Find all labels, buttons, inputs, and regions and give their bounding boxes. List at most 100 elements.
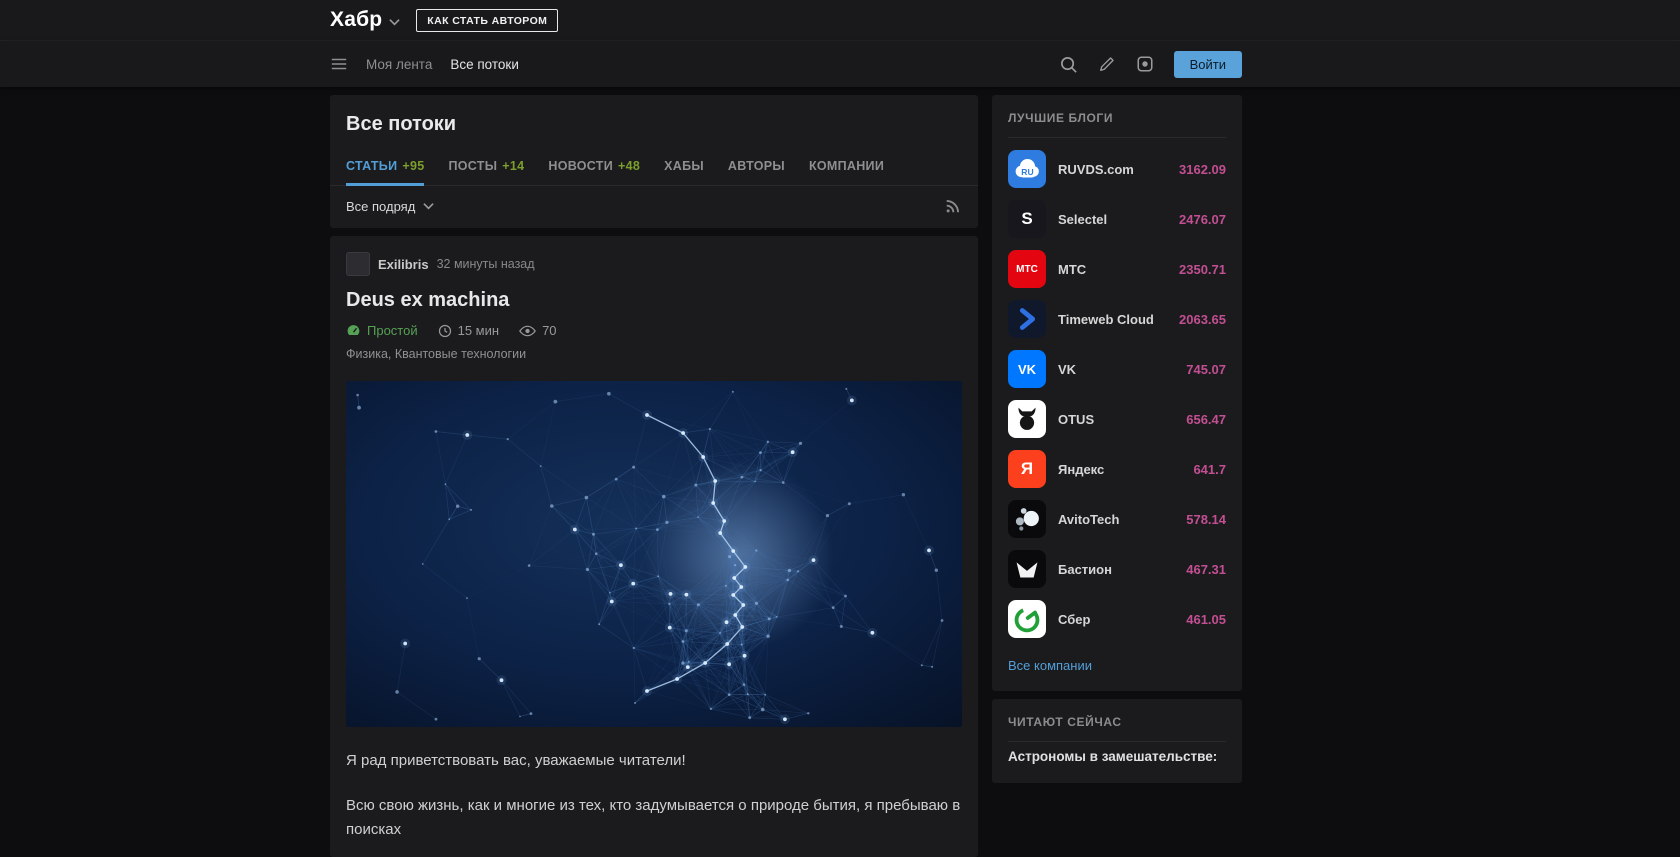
company-rating: 3162.09 bbox=[1179, 162, 1226, 177]
yandex-logo: Я bbox=[1008, 450, 1046, 488]
chevron-down-icon bbox=[423, 202, 434, 210]
company-name: Timeweb Cloud bbox=[1058, 312, 1167, 327]
feed-filter-dropdown[interactable]: Все подряд bbox=[346, 199, 434, 214]
login-button[interactable]: Войти bbox=[1174, 51, 1242, 78]
company-name: Сбер bbox=[1058, 612, 1174, 627]
post-paragraph: Я рад приветствовать вас, уважаемые чита… bbox=[346, 749, 962, 772]
company-rating: 745.07 bbox=[1186, 362, 1226, 377]
tab-companies[interactable]: КОМПАНИИ bbox=[809, 148, 884, 185]
reading-now-card: ЧИТАЮТ СЕЙЧАС Астрономы в замешательстве… bbox=[992, 699, 1242, 783]
best-blogs-title: ЛУЧШИЕ БЛОГИ bbox=[1008, 111, 1226, 125]
otus-logo bbox=[1008, 400, 1046, 438]
post-title[interactable]: Deus ex machina bbox=[346, 289, 962, 312]
post-time-link[interactable]: 32 минуты назад bbox=[437, 257, 535, 271]
company-row-otus[interactable]: OTUS 656.47 bbox=[1008, 394, 1226, 444]
company-name: VK bbox=[1058, 362, 1174, 377]
vk-logo: VK bbox=[1008, 350, 1046, 388]
best-blogs-card: ЛУЧШИЕ БЛОГИ RU RUVDS.com 3162.09 S Sele… bbox=[992, 95, 1242, 691]
feed-tabs: СТАТЬИ +95 ПОСТЫ +14 НОВОСТИ +48 ХАБЫ АВ… bbox=[330, 148, 978, 186]
tab-posts[interactable]: ПОСТЫ +14 bbox=[448, 148, 524, 185]
timeweb-logo bbox=[1008, 300, 1046, 338]
company-rating: 461.05 bbox=[1186, 612, 1226, 627]
company-rating: 578.14 bbox=[1186, 512, 1226, 527]
rss-icon[interactable] bbox=[944, 197, 962, 215]
menu-icon[interactable] bbox=[330, 55, 348, 73]
company-row-selectel[interactable]: S Selectel 2476.07 bbox=[1008, 194, 1226, 244]
company-row-bastion[interactable]: Бастион 467.31 bbox=[1008, 544, 1226, 594]
mts-logo: МТС bbox=[1008, 250, 1046, 288]
tab-label: НОВОСТИ bbox=[548, 159, 613, 173]
company-rating: 656.47 bbox=[1186, 412, 1226, 427]
streams-card: Все потоки СТАТЬИ +95 ПОСТЫ +14 НОВОСТИ … bbox=[330, 95, 978, 228]
page-title: Все потоки bbox=[346, 113, 962, 136]
company-rating: 467.31 bbox=[1186, 562, 1226, 577]
services-icon[interactable] bbox=[1136, 55, 1154, 73]
selectel-logo: S bbox=[1008, 200, 1046, 238]
tab-label: ПОСТЫ bbox=[448, 159, 497, 173]
company-name: OTUS bbox=[1058, 412, 1174, 427]
complexity-label: Простой bbox=[346, 323, 418, 338]
nav-my-feed[interactable]: Моя лента bbox=[366, 57, 432, 72]
sber-logo bbox=[1008, 600, 1046, 638]
tab-label: ХАБЫ bbox=[664, 159, 704, 173]
company-row-yandex[interactable]: Я Яндекс 641.7 bbox=[1008, 444, 1226, 494]
article-card: Exilibris 32 минуты назад Deus ex machin… bbox=[330, 236, 978, 857]
habr-logo[interactable]: Хабр bbox=[330, 8, 382, 32]
tab-hubs[interactable]: ХАБЫ bbox=[664, 148, 704, 185]
ruvds-logo: RU bbox=[1008, 150, 1046, 188]
avitotech-logo bbox=[1008, 500, 1046, 538]
reading-time: 15 мин bbox=[438, 323, 499, 338]
author-link[interactable]: Exilibris bbox=[378, 257, 429, 272]
company-rating: 641.7 bbox=[1193, 462, 1226, 477]
company-rating: 2063.65 bbox=[1179, 312, 1226, 327]
post-body: Я рад приветствовать вас, уважаемые чита… bbox=[346, 749, 962, 841]
company-name: Яндекс bbox=[1058, 462, 1181, 477]
tab-count: +48 bbox=[618, 159, 640, 173]
post-hubs[interactable]: Физика, Квантовые технологии bbox=[346, 347, 962, 361]
become-author-button[interactable]: КАК СТАТЬ АВТОРОМ bbox=[416, 9, 558, 32]
reading-now-title: ЧИТАЮТ СЕЙЧАС bbox=[1008, 715, 1226, 729]
reading-time-text: 15 мин bbox=[458, 323, 499, 338]
company-name: AvitoTech bbox=[1058, 512, 1174, 527]
eye-icon bbox=[519, 325, 536, 337]
article-cover-image[interactable] bbox=[346, 381, 962, 727]
complexity-text: Простой bbox=[367, 323, 418, 338]
all-companies-link[interactable]: Все компании bbox=[1008, 658, 1092, 673]
divider bbox=[1008, 741, 1226, 742]
tab-news[interactable]: НОВОСТИ +48 bbox=[548, 148, 640, 185]
main-navbar: Моя лента Все потоки Войти bbox=[0, 41, 1680, 87]
company-row-timeweb[interactable]: Timeweb Cloud 2063.65 bbox=[1008, 294, 1226, 344]
company-name: RUVDS.com bbox=[1058, 162, 1167, 177]
author-avatar[interactable] bbox=[346, 252, 370, 276]
tab-articles[interactable]: СТАТЬИ +95 bbox=[346, 148, 424, 185]
company-rating: 2476.07 bbox=[1179, 212, 1226, 227]
views-count: 70 bbox=[519, 323, 556, 338]
company-row-sber[interactable]: Сбер 461.05 bbox=[1008, 594, 1226, 644]
reading-now-item[interactable]: Астрономы в замешательстве: bbox=[1008, 748, 1226, 767]
divider bbox=[1008, 137, 1226, 138]
logo-dropdown-chevron-icon[interactable] bbox=[389, 13, 400, 31]
nav-all-streams[interactable]: Все потоки bbox=[450, 57, 519, 72]
feed-filter-label: Все подряд bbox=[346, 199, 415, 214]
tab-count: +14 bbox=[502, 159, 524, 173]
svg-text:RU: RU bbox=[1021, 167, 1033, 177]
write-post-pen-icon[interactable] bbox=[1098, 55, 1116, 73]
search-icon[interactable] bbox=[1059, 55, 1078, 74]
tab-label: СТАТЬИ bbox=[346, 159, 397, 173]
company-name: Бастион bbox=[1058, 562, 1174, 577]
company-row-ruvds[interactable]: RU RUVDS.com 3162.09 bbox=[1008, 144, 1226, 194]
tab-label: АВТОРЫ bbox=[728, 159, 785, 173]
tab-count: +95 bbox=[402, 159, 424, 173]
company-row-mts[interactable]: МТС МТС 2350.71 bbox=[1008, 244, 1226, 294]
company-row-avitotech[interactable]: AvitoTech 578.14 bbox=[1008, 494, 1226, 544]
post-meta: Простой 15 мин 70 bbox=[346, 323, 962, 338]
company-rating: 2350.71 bbox=[1179, 262, 1226, 277]
tab-authors[interactable]: АВТОРЫ bbox=[728, 148, 785, 185]
clock-icon bbox=[438, 324, 452, 338]
company-row-vk[interactable]: VK VK 745.07 bbox=[1008, 344, 1226, 394]
company-name: МТС bbox=[1058, 262, 1167, 277]
views-count-text: 70 bbox=[542, 323, 556, 338]
complexity-gauge-icon bbox=[346, 323, 361, 338]
company-name: Selectel bbox=[1058, 212, 1167, 227]
top-header: Хабр КАК СТАТЬ АВТОРОМ bbox=[0, 0, 1680, 41]
